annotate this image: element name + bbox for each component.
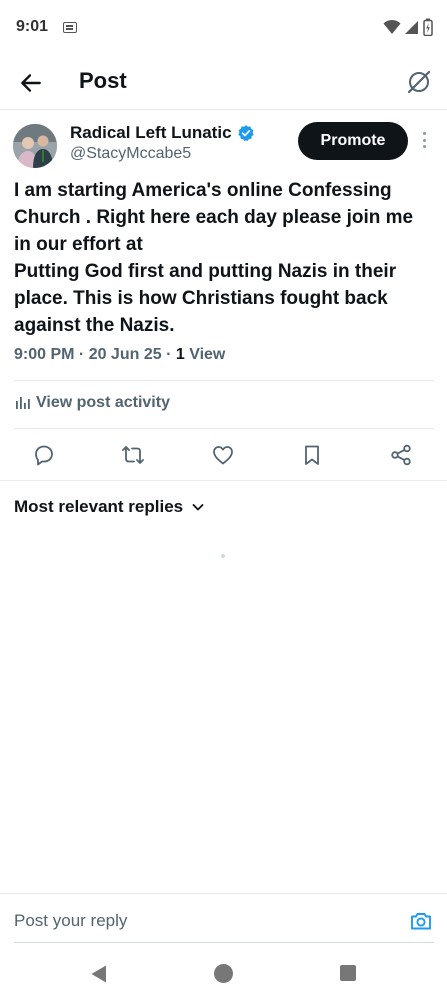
post-actions [0,437,447,477]
post-timestamp: 9:00 PM · 20 Jun 25 · [14,346,176,363]
status-bar: 9:01 [0,0,447,56]
author-handle[interactable]: @StacyMccabe5 [70,145,191,163]
camera-icon[interactable] [409,909,433,933]
loading-indicator [221,554,225,558]
reply-underline [14,942,434,943]
nav-recents-icon[interactable] [340,965,356,981]
nav-home-icon[interactable] [214,964,233,983]
reply-sort-dropdown[interactable]: Most relevant replies [14,497,205,517]
message-notification-icon [63,22,77,33]
repost-icon[interactable] [121,443,145,467]
promote-button[interactable]: Promote [298,122,408,160]
reply-sort-label: Most relevant replies [14,497,184,516]
view-post-activity-link[interactable]: View post activity [14,394,170,412]
bar-chart-icon [16,397,30,409]
post-meta: 9:00 PM · 20 Jun 25 · 1 View [14,346,225,364]
cell-signal-icon [405,21,418,34]
avatar[interactable] [13,124,57,168]
post-text: I am starting America's online Confessin… [14,180,414,336]
divider [0,480,447,481]
more-vertical-icon[interactable] [423,132,427,150]
page-title: Post [79,68,127,93]
author-display-name[interactable]: Radical Left Lunatic [70,123,232,143]
battery-icon [423,18,433,36]
view-label: View [184,346,226,363]
system-nav-bar [0,949,447,1000]
status-icons [383,18,433,36]
divider [14,380,434,381]
view-post-activity-label: View post activity [36,394,170,411]
share-icon[interactable] [389,443,413,467]
wifi-icon [383,19,401,34]
nav-back-icon[interactable] [90,964,108,984]
status-time: 9:01 [16,18,49,35]
bookmark-icon[interactable] [300,443,324,467]
arrow-left-icon[interactable] [18,70,44,96]
heart-icon[interactable] [211,443,235,467]
reply-input[interactable]: Post your reply [14,911,127,931]
reply-icon[interactable] [32,443,56,467]
avatar-image [13,124,57,168]
top-bar: Post [0,56,447,110]
divider [14,428,434,429]
reply-bar: Post your reply [0,893,447,949]
verified-badge-icon [238,125,254,142]
chevron-down-icon [192,504,204,511]
post-author: Radical Left Lunatic @StacyMccabe5 Promo… [0,110,447,174]
view-count: 1 [175,346,185,363]
grok-icon[interactable] [405,68,433,96]
